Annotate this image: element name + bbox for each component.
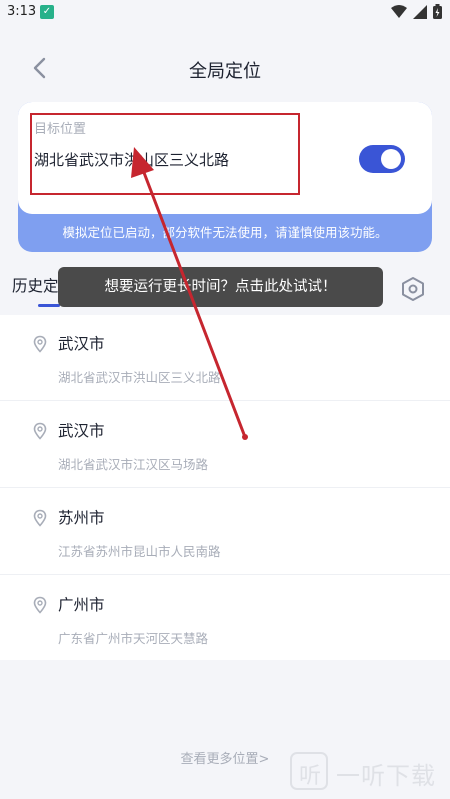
list-item-city: 武汉市 [58, 422, 105, 440]
list-item-city: 苏州市 [58, 509, 105, 527]
page-title: 全局定位 [189, 61, 261, 82]
annotation-highlight-box [30, 113, 300, 195]
list-item[interactable]: 武汉市 湖北省武汉市江汉区马场路 [0, 402, 450, 488]
upgrade-tooltip[interactable]: 想要运行更长时间？点击此处试试！ [58, 267, 383, 307]
status-time: 3:13 [7, 4, 37, 19]
location-pin-icon [33, 596, 47, 614]
list-item-address: 湖北省武汉市江汉区马场路 [58, 457, 209, 472]
list-item-city: 广州市 [58, 596, 105, 614]
top-bar: 全局定位 [0, 45, 450, 91]
location-pin-icon [33, 422, 47, 440]
wifi-icon [391, 4, 407, 18]
history-list: 武汉市 湖北省武汉市洪山区三义北路 武汉市 湖北省武汉市江汉区马场路 苏州市 江… [0, 315, 450, 660]
list-item[interactable]: 武汉市 湖北省武汉市洪山区三义北路 [0, 315, 450, 401]
watermark-text: 一听下载 [336, 762, 436, 790]
watermark-icon: 听 [290, 752, 328, 790]
list-item-address: 江苏省苏州市昆山市人民南路 [58, 544, 221, 559]
list-item-address: 湖北省武汉市洪山区三义北路 [58, 370, 221, 385]
status-bar: 3:13 ✓ [0, 0, 450, 26]
toggle-knob [381, 149, 401, 169]
list-item-city: 武汉市 [58, 335, 105, 353]
app-notification-icon: ✓ [40, 5, 54, 19]
list-item[interactable]: 广州市 广东省广州市天河区天慧路 [0, 576, 450, 662]
settings-button[interactable] [400, 276, 426, 302]
mock-location-notice: 模拟定位已启动，部分软件无法使用，请谨慎使用该功能。 [62, 225, 388, 240]
status-icons [391, 4, 442, 19]
list-item[interactable]: 苏州市 江苏省苏州市昆山市人民南路 [0, 489, 450, 575]
signal-icon [413, 4, 427, 19]
watermark-logo: 听 一听下载 [290, 752, 450, 792]
mock-location-toggle[interactable] [359, 145, 405, 173]
battery-icon [433, 4, 442, 19]
divider [0, 400, 450, 401]
divider [0, 487, 450, 488]
list-item-address: 广东省广州市天河区天慧路 [58, 631, 209, 646]
tab-active-indicator [38, 304, 60, 307]
location-pin-icon [33, 335, 47, 353]
hexagon-settings-icon [402, 277, 424, 301]
divider [0, 574, 450, 575]
location-pin-icon [33, 509, 47, 527]
